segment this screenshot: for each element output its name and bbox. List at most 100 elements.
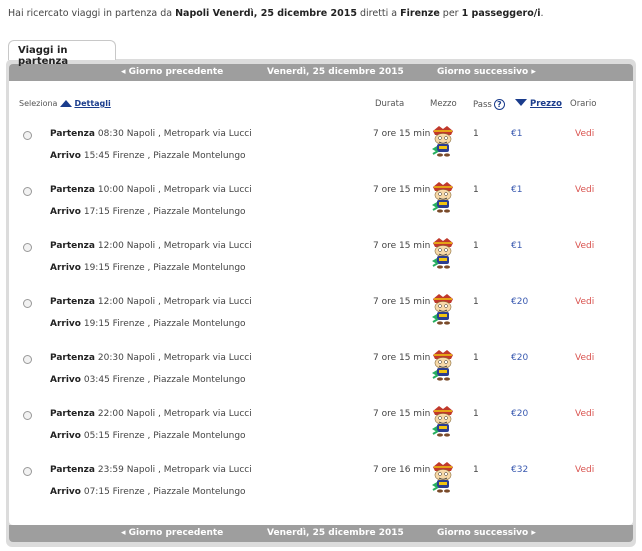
tab-viaggi-in-partenza[interactable]: Viaggi in partenza [8, 40, 116, 67]
departure-time: 12:00 [97, 297, 124, 307]
trip-row: Partenza 08:30 Napoli , Metropark via Lu… [9, 121, 633, 177]
trip-row: Partenza 20:30 Napoli , Metropark via Lu… [9, 345, 633, 401]
departure-line: Partenza 22:00 Napoli , Metropark via Lu… [50, 409, 252, 419]
day-navigation-top: ◂ Giorno precedente Venerdì, 25 dicembre… [9, 64, 633, 81]
sort-down-icon[interactable] [515, 99, 527, 106]
duration: 7 ore 15 min [373, 297, 431, 307]
departure-place: Napoli , Metropark via Lucci [126, 409, 252, 419]
trip-row: Partenza 22:00 Napoli , Metropark via Lu… [9, 401, 633, 457]
dettagli-sort-link[interactable]: Dettagli [74, 99, 110, 108]
departure-time: 20:30 [97, 353, 124, 363]
summary-origin-date: Napoli Venerdì, 25 dicembre 2015 [175, 8, 357, 19]
vedi-orario-link[interactable]: Vedi [575, 297, 594, 307]
passenger-count: 1 [473, 409, 479, 419]
bus-mascot-icon [432, 406, 453, 437]
select-radio[interactable] [23, 243, 32, 252]
departure-line: Partenza 12:00 Napoli , Metropark via Lu… [50, 241, 252, 251]
arrival-time: 07:15 [83, 487, 110, 497]
vedi-orario-link[interactable]: Vedi [575, 185, 594, 195]
trip-row: Partenza 12:00 Napoli , Metropark via Lu… [9, 233, 633, 289]
departure-place: Napoli , Metropark via Lucci [126, 297, 252, 307]
search-summary: Hai ricercato viaggi in partenza da Napo… [8, 8, 544, 19]
arrivo-label: Arrivo [50, 207, 81, 217]
price: €20 [511, 353, 529, 363]
previous-day-link-bottom[interactable]: ◂ Giorno precedente [121, 528, 223, 538]
departure-line: Partenza 08:30 Napoli , Metropark via Lu… [50, 129, 252, 139]
duration: 7 ore 15 min [373, 129, 431, 139]
arrival-place: Firenze , Piazzale Montelungo [112, 263, 246, 273]
prezzo-sort-link[interactable]: Prezzo [530, 99, 562, 109]
bus-mascot-icon [432, 182, 453, 213]
arrival-place: Firenze , Piazzale Montelungo [112, 431, 246, 441]
next-day-link-bottom[interactable]: Giorno successivo ▸ [437, 528, 536, 538]
passenger-count: 1 [473, 241, 479, 251]
passenger-count: 1 [473, 185, 479, 195]
duration: 7 ore 15 min [373, 353, 431, 363]
departure-time: 10:00 [97, 185, 124, 195]
question-icon[interactable]: ? [493, 99, 505, 110]
duration: 7 ore 15 min [373, 241, 431, 251]
price: €1 [511, 241, 523, 251]
vedi-orario-link[interactable]: Vedi [575, 241, 594, 251]
summary-middle: diretti a [356, 8, 401, 19]
partenza-label: Partenza [50, 129, 95, 139]
departure-place: Napoli , Metropark via Lucci [126, 129, 252, 139]
summary-middle2: per [439, 8, 462, 19]
vedi-orario-link[interactable]: Vedi [575, 465, 594, 475]
vedi-orario-link[interactable]: Vedi [575, 129, 594, 139]
arrival-line: Arrivo 19:15 Firenze , Piazzale Montelun… [50, 263, 246, 273]
departure-time: 12:00 [97, 241, 124, 251]
next-day-link[interactable]: Giorno successivo ▸ [437, 67, 536, 77]
arrivo-label: Arrivo [50, 487, 81, 497]
vedi-orario-link[interactable]: Vedi [575, 409, 594, 419]
arrival-place: Firenze , Piazzale Montelungo [112, 375, 246, 385]
vedi-orario-link[interactable]: Vedi [575, 353, 594, 363]
departure-line: Partenza 10:00 Napoli , Metropark via Lu… [50, 185, 252, 195]
prezzo-header: Prezzo [515, 99, 562, 113]
bus-mascot-icon [432, 350, 453, 381]
select-radio[interactable] [23, 467, 32, 476]
arrival-place: Firenze , Piazzale Montelungo [112, 319, 246, 329]
select-radio[interactable] [23, 131, 32, 140]
departure-line: Partenza 20:30 Napoli , Metropark via Lu… [50, 353, 252, 363]
trip-row: Partenza 23:59 Napoli , Metropark via Lu… [9, 457, 633, 513]
arrival-line: Arrivo 05:15 Firenze , Piazzale Montelun… [50, 431, 246, 441]
durata-header: Durata [375, 99, 405, 109]
trip-row: Partenza 12:00 Napoli , Metropark via Lu… [9, 289, 633, 345]
select-radio[interactable] [23, 411, 32, 420]
arrivo-label: Arrivo [50, 375, 81, 385]
duration: 7 ore 15 min [373, 185, 431, 195]
arrival-place: Firenze , Piazzale Montelungo [112, 151, 246, 161]
partenza-label: Partenza [50, 409, 95, 419]
bus-mascot-icon [432, 238, 453, 269]
departure-time: 08:30 [97, 129, 124, 139]
select-radio[interactable] [23, 355, 32, 364]
departure-time: 23:59 [97, 465, 124, 475]
select-header: Seleziona Dettagli [19, 99, 111, 113]
price: €1 [511, 185, 523, 195]
departure-place: Napoli , Metropark via Lucci [126, 185, 252, 195]
previous-day-link[interactable]: ◂ Giorno precedente [121, 67, 223, 77]
arrivo-label: Arrivo [50, 319, 81, 329]
summary-destination: Firenze [400, 8, 440, 19]
duration: 7 ore 15 min [373, 409, 431, 419]
mezzo-header: Mezzo [430, 99, 457, 109]
sort-up-icon[interactable] [60, 100, 73, 107]
bus-mascot-icon [432, 126, 453, 157]
price: €20 [511, 409, 529, 419]
bus-mascot-icon [432, 294, 453, 325]
departure-place: Napoli , Metropark via Lucci [126, 241, 252, 251]
passenger-count: 1 [473, 465, 479, 475]
seleziona-label: Seleziona [19, 99, 58, 108]
arrival-line: Arrivo 07:15 Firenze , Piazzale Montelun… [50, 487, 246, 497]
price: €1 [511, 129, 523, 139]
select-radio[interactable] [23, 187, 32, 196]
passenger-count: 1 [473, 129, 479, 139]
arrival-place: Firenze , Piazzale Montelungo [112, 207, 246, 217]
select-radio[interactable] [23, 299, 32, 308]
arrival-time: 19:15 [83, 263, 110, 273]
current-date-label: Venerdì, 25 dicembre 2015 [267, 67, 404, 77]
arrival-line: Arrivo 19:15 Firenze , Piazzale Montelun… [50, 319, 246, 329]
departure-place: Napoli , Metropark via Lucci [126, 353, 252, 363]
arrival-time: 05:15 [83, 431, 110, 441]
